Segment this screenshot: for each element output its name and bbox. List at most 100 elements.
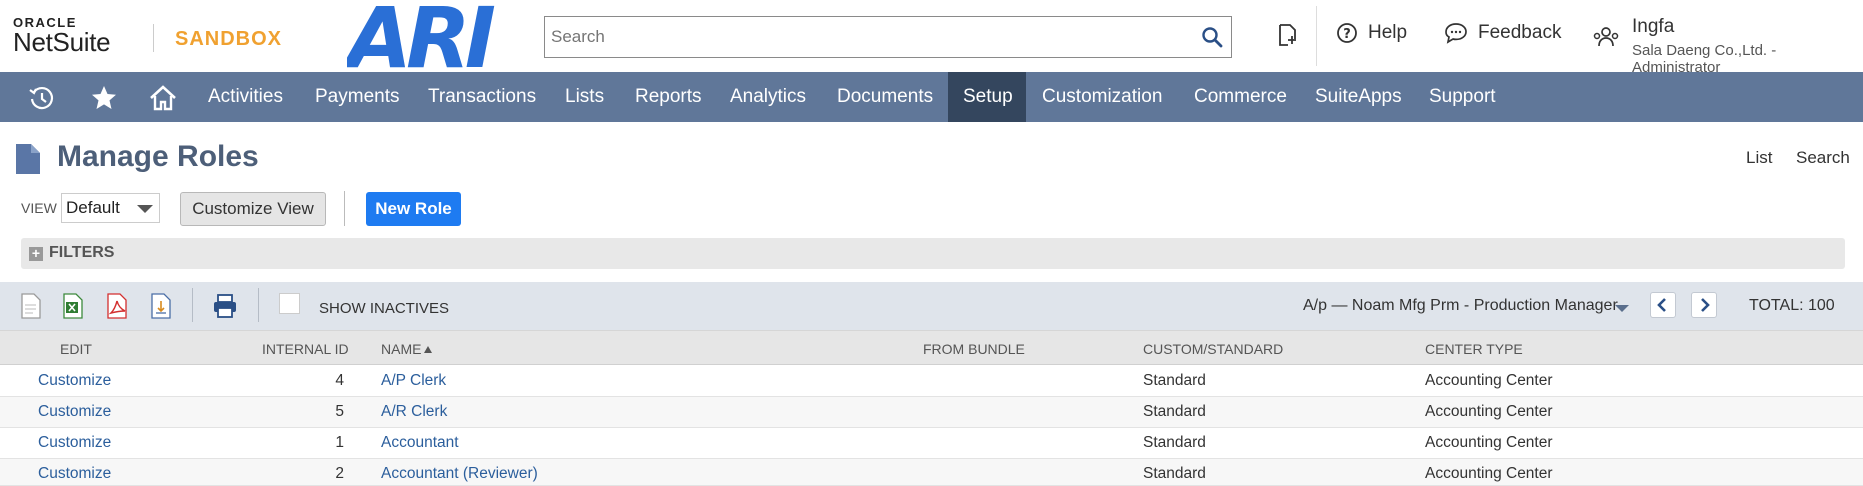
document-icon xyxy=(14,142,42,181)
table-row: Customize 5 A/R Clerk Standard Accountin… xyxy=(0,397,1863,428)
user-role-subtitle[interactable]: Sala Daeng Co.,Ltd. - Administrator xyxy=(1632,42,1863,76)
feedback-button[interactable]: Feedback xyxy=(1444,22,1561,44)
nav-setup[interactable]: Setup xyxy=(948,72,1026,122)
nav-lists[interactable]: Lists xyxy=(550,72,619,122)
next-page-button[interactable] xyxy=(1691,292,1717,318)
nav-transactions[interactable]: Transactions xyxy=(413,72,551,122)
page-title: Manage Roles xyxy=(57,140,259,173)
feedback-label: Feedback xyxy=(1478,22,1562,43)
center-type-cell: Accounting Center xyxy=(1425,403,1553,420)
filters-panel[interactable]: + FILTERS xyxy=(21,238,1845,269)
chevron-down-icon xyxy=(137,205,153,213)
netsuite-wordmark: NetSuite xyxy=(13,27,111,57)
view-label: VIEW xyxy=(21,200,57,216)
sandbox-label: SANDBOX xyxy=(175,28,283,50)
internal-id-cell: 4 xyxy=(335,372,344,389)
export-pdf-icon[interactable] xyxy=(106,293,130,324)
internal-id-cell: 1 xyxy=(335,434,344,451)
company-logo-text: ARI xyxy=(347,1,495,71)
expand-plus-icon[interactable]: + xyxy=(29,246,43,261)
search-icon[interactable] xyxy=(1201,26,1223,53)
customize-link[interactable]: Customize xyxy=(38,434,111,452)
nav-payments[interactable]: Payments xyxy=(300,72,414,122)
toolbar-divider xyxy=(192,288,193,322)
company-logo: ARI xyxy=(341,0,522,87)
recent-records-icon[interactable] xyxy=(1275,22,1299,48)
recent-history-icon[interactable] xyxy=(28,84,56,117)
feedback-icon xyxy=(1445,23,1467,44)
main-navigation: Activities Payments Transactions Lists R… xyxy=(0,72,1863,122)
list-link[interactable]: List xyxy=(1746,148,1772,168)
svg-text:?: ? xyxy=(1343,27,1351,42)
nav-reports[interactable]: Reports xyxy=(620,72,717,122)
header-divider xyxy=(1316,6,1317,66)
nav-activities[interactable]: Activities xyxy=(193,72,298,122)
chevron-left-icon xyxy=(1657,298,1666,312)
global-search[interactable] xyxy=(544,16,1232,58)
previous-page-button[interactable] xyxy=(1650,292,1676,318)
view-dropdown-value: Default xyxy=(66,198,120,217)
nav-customization[interactable]: Customization xyxy=(1027,72,1177,122)
center-type-cell: Accounting Center xyxy=(1425,434,1553,451)
role-name-link[interactable]: Accountant (Reviewer) xyxy=(381,465,538,483)
center-type-cell: Accounting Center xyxy=(1425,372,1553,389)
nav-commerce[interactable]: Commerce xyxy=(1179,72,1302,122)
chevron-right-icon xyxy=(1701,298,1710,312)
customize-link[interactable]: Customize xyxy=(38,372,111,390)
export-document-icon[interactable] xyxy=(150,293,172,324)
chevron-down-icon[interactable] xyxy=(1615,305,1629,312)
search-input[interactable] xyxy=(545,17,1175,57)
toolbar-divider xyxy=(258,288,259,322)
internal-id-cell: 2 xyxy=(335,465,344,482)
help-button[interactable]: ? Help xyxy=(1336,22,1407,44)
show-inactives-checkbox[interactable] xyxy=(279,293,300,314)
home-icon[interactable] xyxy=(148,84,178,117)
role-switch-icon[interactable] xyxy=(1593,24,1619,50)
print-icon[interactable] xyxy=(212,293,238,324)
table-row: Customize 1 Accountant Standard Accounti… xyxy=(0,428,1863,459)
column-header-name[interactable]: NAME xyxy=(381,341,433,357)
show-inactives-label[interactable]: SHOW INACTIVES xyxy=(319,300,449,317)
role-name-link[interactable]: A/R Clerk xyxy=(381,403,447,421)
logo-divider xyxy=(153,24,154,52)
search-link[interactable]: Search xyxy=(1796,148,1850,168)
netsuite-logo[interactable]: ORACLE NetSuite xyxy=(13,16,111,57)
nav-analytics[interactable]: Analytics xyxy=(715,72,821,122)
sort-ascending-icon xyxy=(424,346,433,353)
new-role-button[interactable]: New Role xyxy=(366,192,461,226)
nav-documents[interactable]: Documents xyxy=(822,72,948,122)
custom-standard-cell: Standard xyxy=(1143,465,1206,482)
table-row: Customize 4 A/P Clerk Standard Accountin… xyxy=(0,366,1863,397)
export-excel-icon[interactable] xyxy=(62,293,84,324)
saved-view-selector[interactable]: A/p — Noam Mfg Prm - Production Manager xyxy=(1303,297,1618,315)
column-header-center-type[interactable]: CENTER TYPE xyxy=(1425,341,1523,357)
column-header-custom-standard[interactable]: CUSTOM/STANDARD xyxy=(1143,341,1283,357)
user-name[interactable]: Ingfa xyxy=(1632,16,1674,38)
nav-support[interactable]: Support xyxy=(1414,72,1511,122)
column-header-edit[interactable]: EDIT xyxy=(60,341,92,357)
internal-id-cell: 5 xyxy=(335,403,344,420)
button-divider xyxy=(344,191,345,226)
customize-view-button[interactable]: Customize View xyxy=(180,192,326,226)
center-type-cell: Accounting Center xyxy=(1425,465,1553,482)
table-row: Customize 2 Accountant (Reviewer) Standa… xyxy=(0,459,1863,486)
custom-standard-cell: Standard xyxy=(1143,372,1206,389)
view-dropdown[interactable]: Default xyxy=(61,193,160,223)
top-header: ORACLE NetSuite SANDBOX ARI ? Help Feedb… xyxy=(0,0,1863,87)
custom-standard-cell: Standard xyxy=(1143,434,1206,451)
custom-standard-cell: Standard xyxy=(1143,403,1206,420)
favorites-star-icon[interactable] xyxy=(90,84,118,117)
nav-suiteapps[interactable]: SuiteApps xyxy=(1300,72,1417,122)
customize-link[interactable]: Customize xyxy=(38,403,111,421)
table-header: EDIT INTERNAL ID NAME FROM BUNDLE CUSTOM… xyxy=(0,330,1863,365)
role-name-link[interactable]: A/P Clerk xyxy=(381,372,446,390)
column-header-internal-id[interactable]: INTERNAL ID xyxy=(262,341,349,357)
filters-label: FILTERS xyxy=(49,244,115,261)
column-header-from-bundle[interactable]: FROM BUNDLE xyxy=(923,341,1025,357)
help-icon: ? xyxy=(1337,23,1357,43)
total-count: TOTAL: 100 xyxy=(1749,297,1835,314)
column-header-name-label: NAME xyxy=(381,341,422,357)
customize-link[interactable]: Customize xyxy=(38,465,111,483)
export-csv-icon[interactable] xyxy=(20,293,42,324)
role-name-link[interactable]: Accountant xyxy=(381,434,459,452)
